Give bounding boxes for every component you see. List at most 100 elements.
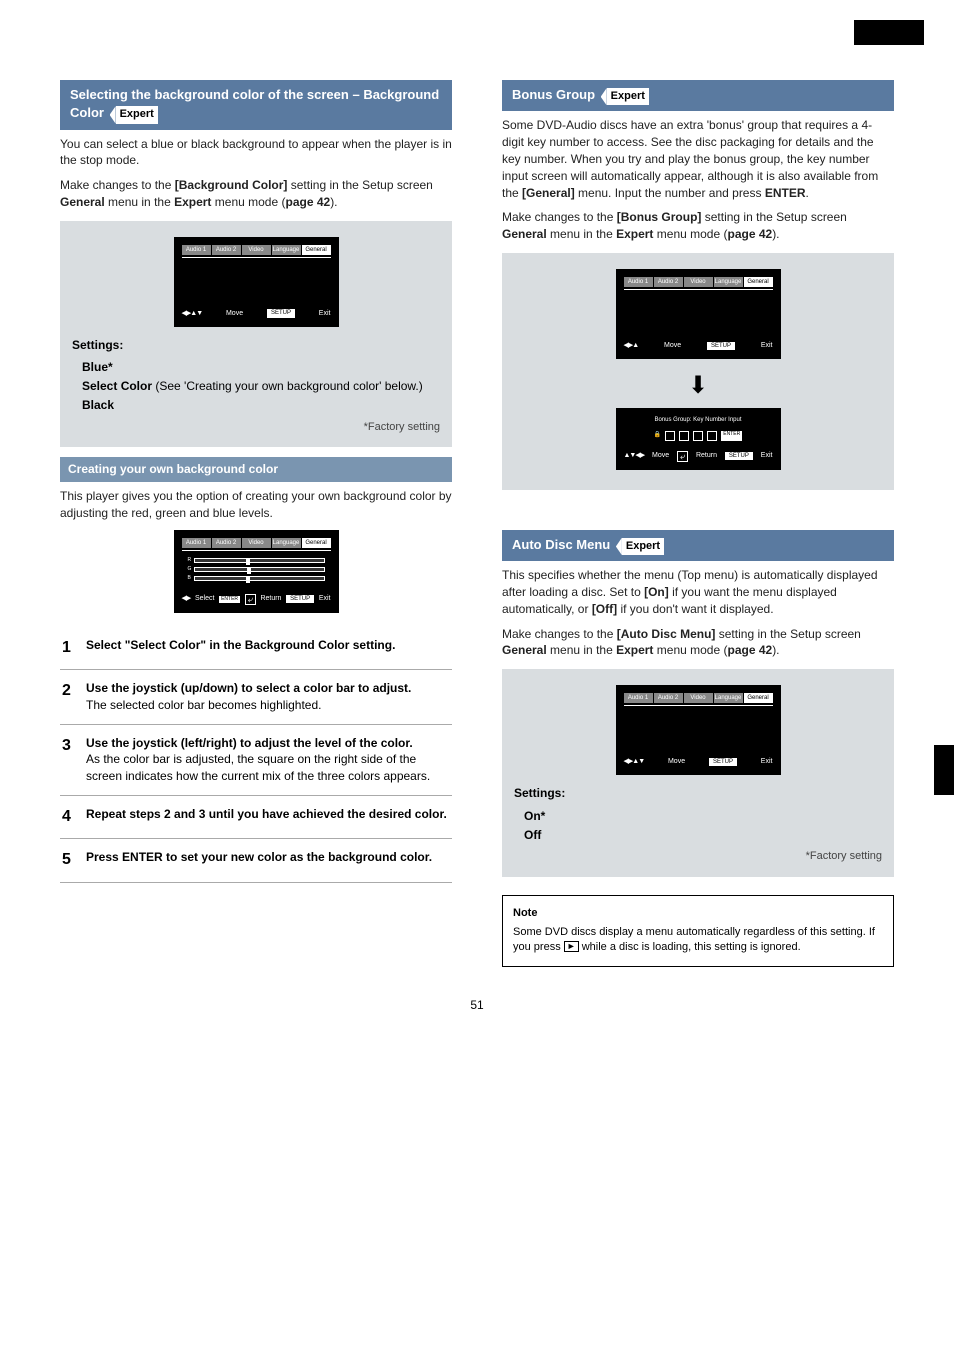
osd-tab: Video <box>242 538 271 548</box>
expert-badge: Expert <box>622 538 664 555</box>
setting-item: Select Color (See 'Creating your own bac… <box>82 378 440 395</box>
step-number: 5 <box>62 849 78 871</box>
osd-tab: Video <box>242 245 271 255</box>
osd-move-label: Move <box>668 757 685 767</box>
paragraph: Make changes to the [Bonus Group] settin… <box>502 209 894 243</box>
t: Expert <box>616 227 653 241</box>
dpad-icon: ◀▶▲ <box>624 341 639 351</box>
t: Off <box>524 828 541 842</box>
step-number: 3 <box>62 735 78 785</box>
step-lead: Use the joystick (left/right) to adjust … <box>86 736 413 750</box>
osd-move-label: Move <box>664 341 681 351</box>
osd-tab: Audio 1 <box>624 693 653 703</box>
osd-exit-label: Exit <box>319 594 331 604</box>
enter-button-icon: ENTER <box>721 431 742 441</box>
shaded-block: Audio 1 Audio 2 Video Language General ◀… <box>60 221 452 447</box>
t: setting in the Setup screen <box>715 627 860 641</box>
osd-tab-active: General <box>302 245 331 255</box>
osd-tab: Audio 2 <box>212 245 241 255</box>
osd-tab: Audio 2 <box>654 693 683 703</box>
step-lead: Use the joystick (up/down) to select a c… <box>86 681 411 695</box>
t: On* <box>524 809 545 823</box>
osd-tab: Video <box>684 277 713 287</box>
osd-return-label: Return <box>696 451 717 461</box>
setting-item: Off <box>524 827 882 844</box>
setting-item: Black <box>82 397 440 414</box>
digit-box[interactable] <box>707 431 717 441</box>
shaded-block: Audio 1 Audio 2 Video Language General ◀… <box>502 253 894 490</box>
settings-label: Settings: <box>72 337 440 354</box>
t: [On] <box>644 585 669 599</box>
digit-box[interactable] <box>679 431 689 441</box>
paragraph: Some DVD-Audio discs have an extra 'bonu… <box>502 117 894 201</box>
osd-tab: Audio 1 <box>182 245 211 255</box>
bonus-title: Bonus Group: Key Number Input <box>624 416 773 424</box>
t: . <box>806 186 809 200</box>
step-lead: Press ENTER to set your new color as the… <box>86 850 432 864</box>
digit-box[interactable] <box>693 431 703 441</box>
setup-button-icon: SETUP <box>267 309 295 317</box>
t: (See 'Creating your own background color… <box>152 379 423 393</box>
osd-tab: Language <box>714 693 743 703</box>
steps-list: 1 Select "Select Color" in the Backgroun… <box>60 627 452 883</box>
t: Blue* <box>82 360 113 374</box>
paragraph: This specifies whether the menu (Top men… <box>502 567 894 617</box>
t: Make changes to the <box>502 627 617 641</box>
t: [Bonus Group] <box>617 210 702 224</box>
osd-screenshot: Audio 1 Audio 2 Video Language General ◀… <box>616 269 781 359</box>
osd-screenshot: Audio 1 Audio 2 Video Language General ◀… <box>616 685 781 775</box>
osd-exit-label: Exit <box>319 309 331 319</box>
osd-move-label: Move <box>226 309 243 319</box>
slider-area: R G B <box>182 550 331 590</box>
t: menu in the <box>547 227 616 241</box>
paragraph: You can select a blue or black backgroun… <box>60 136 452 170</box>
t: while a disc is loading, this setting is… <box>582 941 801 953</box>
dpad-icon: ▲▼◀▶ <box>624 451 645 461</box>
osd-tab-active: General <box>302 538 331 548</box>
osd-tab: Language <box>272 245 301 255</box>
lock-icon: 🔒 <box>654 431 661 441</box>
factory-note: *Factory setting <box>514 849 882 864</box>
dpad-icon: ◀▶▲▼ <box>182 309 203 319</box>
digit-box[interactable] <box>665 431 675 441</box>
osd-return-label: Return <box>260 594 281 604</box>
step: 5 Press ENTER to set your new color as t… <box>60 838 452 881</box>
left-column: Selecting the background color of the sc… <box>60 80 452 967</box>
osd-tab: Video <box>684 693 713 703</box>
osd-tab: Audio 2 <box>654 277 683 287</box>
osd-exit-label: Exit <box>761 757 773 767</box>
t: ). <box>330 195 337 209</box>
setup-button-icon: SETUP <box>725 452 753 460</box>
t: General <box>60 195 105 209</box>
t: menu. Input the number and press <box>575 186 765 200</box>
osd-tab: Audio 1 <box>182 538 211 548</box>
t: menu mode ( <box>653 643 727 657</box>
section-title-bold: Bonus Group <box>512 87 595 102</box>
slider-label-g: G <box>188 566 192 573</box>
down-arrow-icon: ⬇ <box>514 369 882 403</box>
step-lead: Repeat steps 2 and 3 until you have achi… <box>86 807 447 821</box>
page: Selecting the background color of the sc… <box>0 0 954 1054</box>
t: Black <box>82 398 114 412</box>
note-box: Note Some DVD discs display a menu autom… <box>502 895 894 967</box>
t: Make changes to the <box>60 178 175 192</box>
section-header-auto-disc-menu: Auto Disc Menu Expert <box>502 530 894 561</box>
factory-note: *Factory setting <box>72 420 440 435</box>
bonus-input-screenshot: Bonus Group: Key Number Input 🔒 ENTER ▲▼… <box>616 408 781 469</box>
t: page 42 <box>727 227 772 241</box>
t: General <box>502 227 547 241</box>
shaded-block: Audio 1 Audio 2 Video Language General ◀… <box>502 669 894 877</box>
osd-screenshot-sliders: Audio 1 Audio 2 Video Language General R… <box>174 530 339 613</box>
section-title-pre: Selecting the background color of the sc… <box>70 87 360 102</box>
section-header-background-color: Selecting the background color of the sc… <box>60 80 452 130</box>
t: [General] <box>522 186 575 200</box>
osd-screenshot: Audio 1 Audio 2 Video Language General ◀… <box>174 237 339 327</box>
return-icon: ⤶ <box>245 594 256 605</box>
t: [Auto Disc Menu] <box>617 627 716 641</box>
dpad-icon: ◀▶▲▼ <box>624 757 645 767</box>
t: Make changes to the <box>502 210 617 224</box>
dpad-icon: ◀▶ <box>182 594 191 604</box>
page-number: 51 <box>60 997 894 1014</box>
t: setting in the Setup screen <box>701 210 846 224</box>
section-header-bonus-group: Bonus Group Expert <box>502 80 894 111</box>
